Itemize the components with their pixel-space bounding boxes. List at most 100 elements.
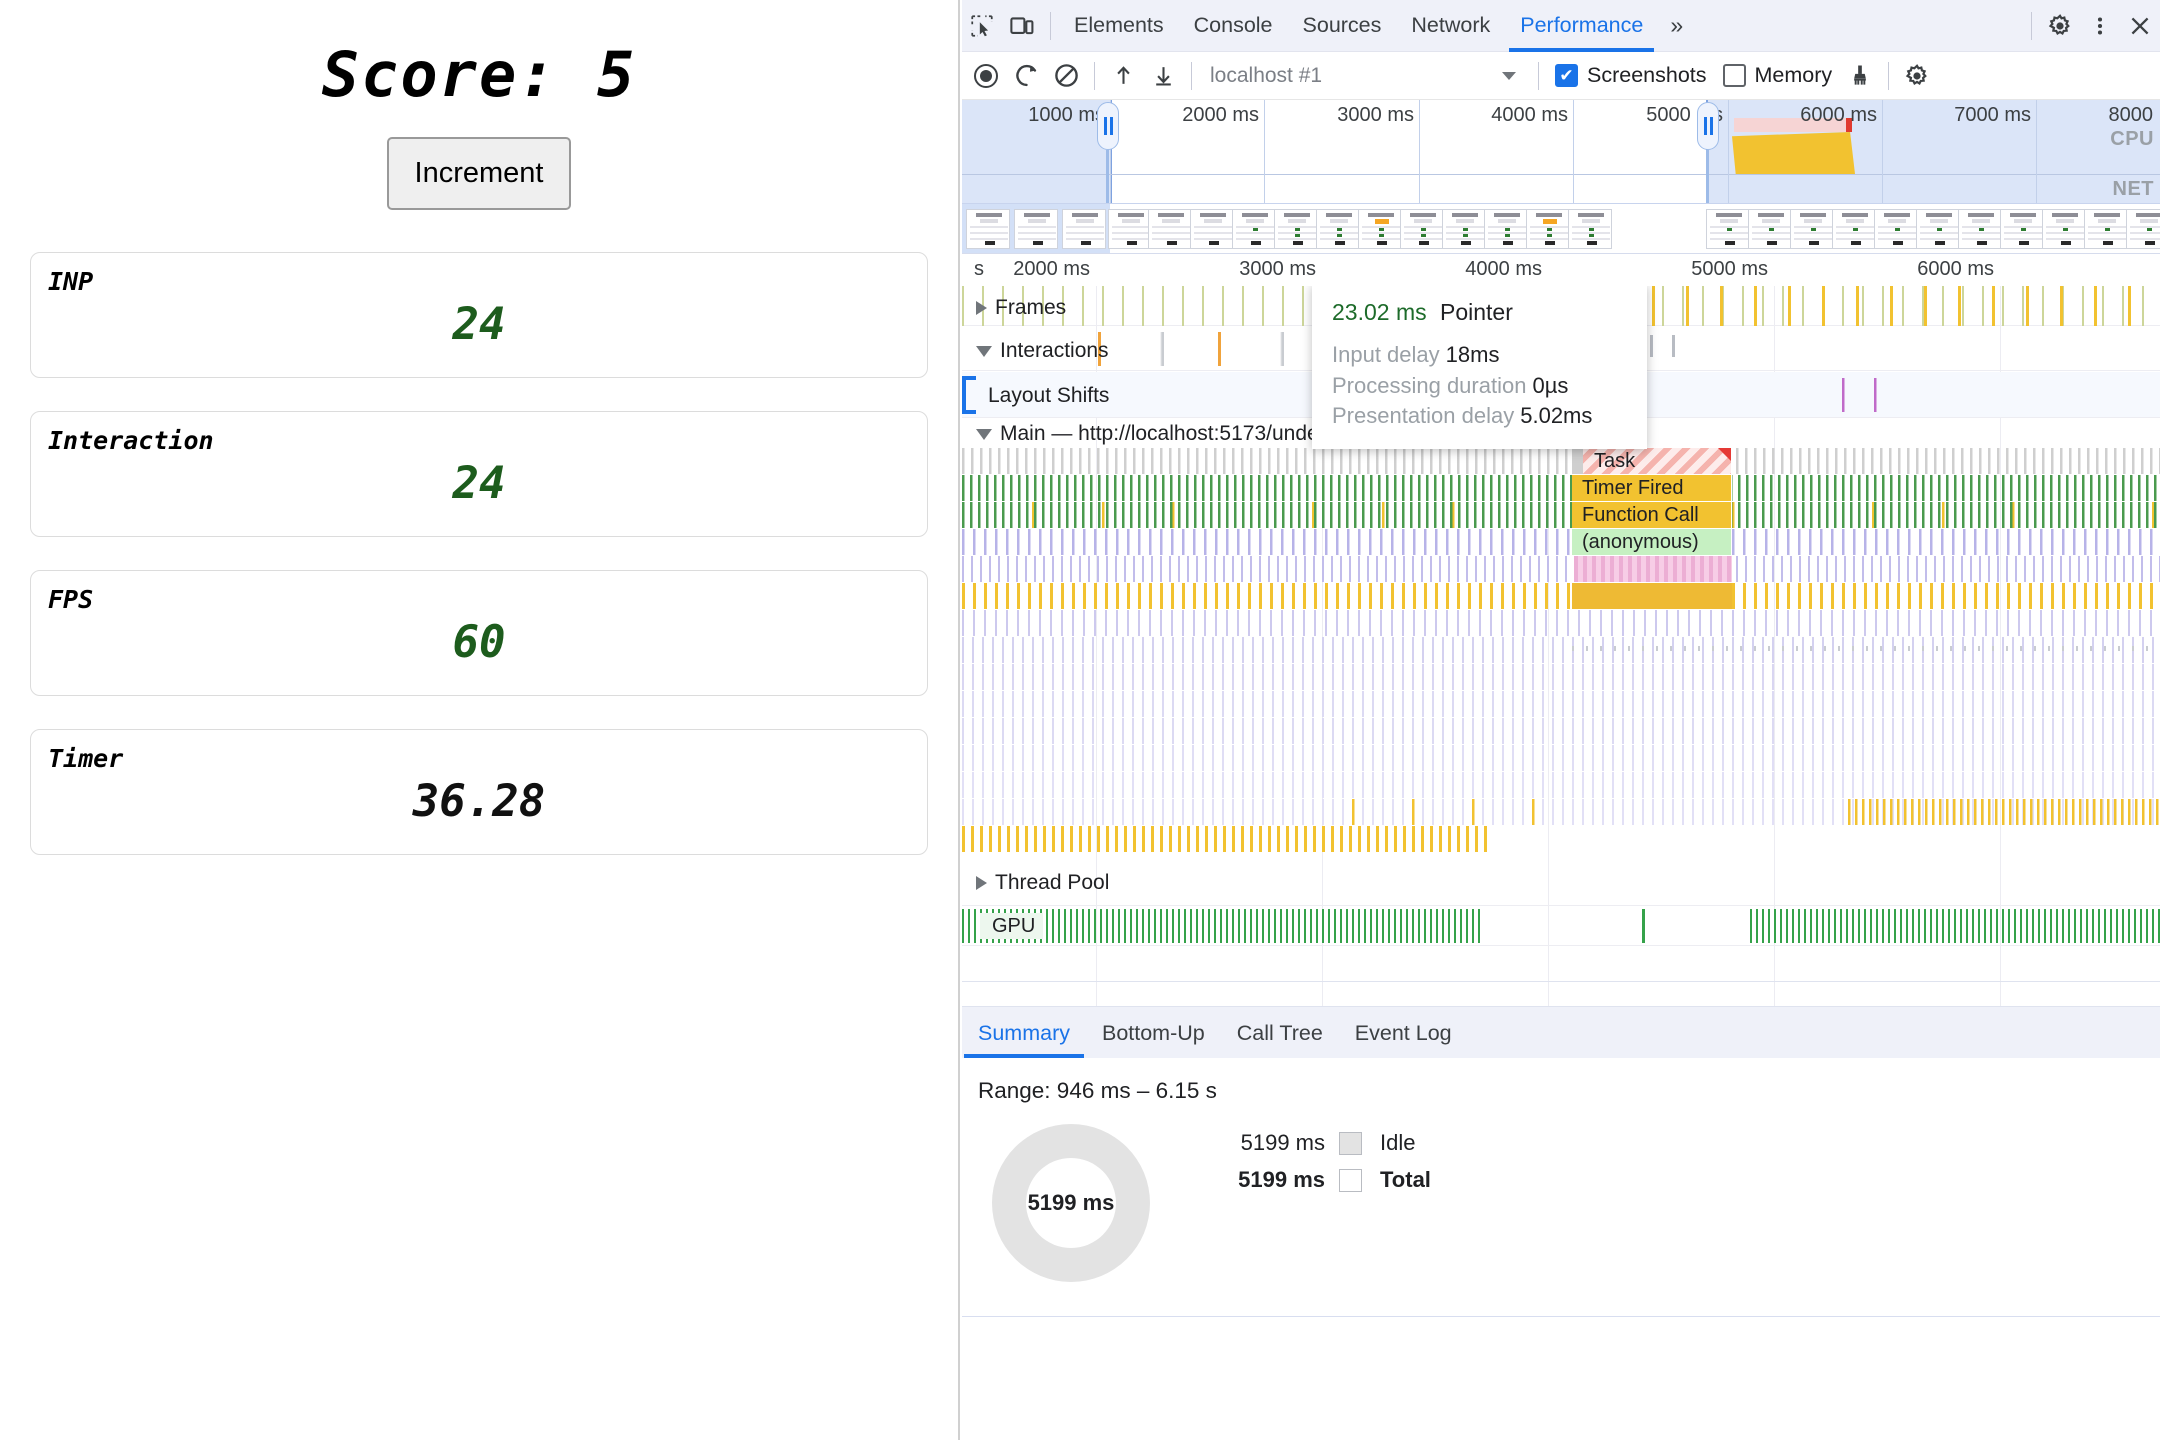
filmstrip-thumbnail[interactable] bbox=[1062, 209, 1106, 249]
filmstrip-thumbnail[interactable] bbox=[966, 209, 1010, 249]
track-label-thread-pool[interactable]: Thread Pool bbox=[976, 871, 1109, 895]
screenshot-filmstrip[interactable] bbox=[962, 204, 2160, 254]
increment-button-wrap: Increment bbox=[0, 137, 958, 210]
filmstrip-thumbnail[interactable] bbox=[2126, 209, 2160, 249]
tab-call-tree[interactable]: Call Tree bbox=[1221, 1008, 1339, 1058]
overview-tick: 2000 ms bbox=[1182, 104, 1259, 126]
flamechart-ruler: s 2000 ms 3000 ms 4000 ms 5000 ms 6000 m… bbox=[962, 254, 2160, 286]
metric-label: INP bbox=[48, 267, 94, 296]
warning-corner-icon bbox=[1718, 448, 1731, 461]
devtools-tabbar: Elements Console Sources Network Perform… bbox=[962, 0, 2160, 52]
tab-event-log[interactable]: Event Log bbox=[1339, 1008, 1468, 1058]
flame-bar-task[interactable]: Task bbox=[1572, 448, 1732, 474]
selection-stem-right bbox=[1706, 150, 1709, 203]
filmstrip-thumbnail[interactable] bbox=[1442, 209, 1486, 249]
profile-select[interactable]: localhost #1 bbox=[1200, 59, 1530, 93]
track-label-gpu[interactable]: GPU bbox=[980, 913, 1044, 939]
flame-bar-anonymous[interactable]: (anonymous) bbox=[1572, 529, 1732, 555]
track-label-layout-shifts[interactable]: Layout Shifts bbox=[988, 384, 1109, 408]
tab-console[interactable]: Console bbox=[1179, 0, 1288, 52]
clear-icon[interactable] bbox=[1046, 56, 1086, 96]
chevron-down-icon[interactable] bbox=[976, 345, 992, 357]
main-row-stripes bbox=[962, 718, 2160, 744]
chevron-right-icon[interactable] bbox=[976, 301, 987, 315]
tab-summary[interactable]: Summary bbox=[962, 1008, 1086, 1058]
filmstrip-thumbnail[interactable] bbox=[2000, 209, 2044, 249]
filmstrip-thumbnail[interactable] bbox=[1832, 209, 1876, 249]
filmstrip-thumbnail[interactable] bbox=[1790, 209, 1834, 249]
memory-checkbox[interactable]: Memory bbox=[1722, 63, 1832, 88]
chevron-down-icon[interactable] bbox=[976, 428, 992, 440]
filmstrip-thumbnail[interactable] bbox=[1568, 209, 1612, 249]
gear-icon[interactable] bbox=[2040, 6, 2080, 46]
flame-bar-timer-fired[interactable]: Timer Fired bbox=[1572, 475, 1732, 501]
load-profile-icon[interactable] bbox=[1103, 56, 1143, 96]
screenshots-checkbox[interactable]: Screenshots bbox=[1555, 63, 1707, 88]
filmstrip-thumbnail[interactable] bbox=[1232, 209, 1276, 249]
filmstrip-thumbnail[interactable] bbox=[1148, 209, 1192, 249]
legend-row-total[interactable]: 5199 ms Total bbox=[1217, 1167, 1431, 1193]
filmstrip-thumbnail[interactable] bbox=[1526, 209, 1570, 249]
screenshot-root: Score: 5 Increment INP 24 Interaction 24… bbox=[0, 0, 2160, 1440]
ruler-tick-partial: s bbox=[974, 258, 984, 280]
tab-performance[interactable]: Performance bbox=[1505, 0, 1658, 52]
reload-and-record-icon[interactable] bbox=[1006, 56, 1046, 96]
filmstrip-thumbnail[interactable] bbox=[2042, 209, 2086, 249]
tab-bottom-up[interactable]: Bottom-Up bbox=[1086, 1008, 1221, 1058]
tab-network[interactable]: Network bbox=[1396, 0, 1505, 52]
tab-elements[interactable]: Elements bbox=[1059, 0, 1179, 52]
filmstrip-thumbnail[interactable] bbox=[1014, 209, 1058, 249]
selection-handle-right[interactable] bbox=[1697, 102, 1719, 150]
filmstrip-thumbnail[interactable] bbox=[1190, 209, 1234, 249]
flame-bar-amber-group[interactable] bbox=[1572, 583, 1732, 609]
main-row-stripes bbox=[962, 448, 2160, 474]
capture-settings-gear-icon[interactable] bbox=[1897, 56, 1937, 96]
track-label-frames[interactable]: Frames bbox=[976, 296, 1066, 320]
screenshots-label: Screenshots bbox=[1587, 63, 1707, 87]
filmstrip-thumbnail[interactable] bbox=[1874, 209, 1918, 249]
event-tooltip: 23.02 ms Pointer Input delay 18ms Process… bbox=[1312, 286, 1647, 449]
record-icon[interactable] bbox=[966, 56, 1006, 96]
flame-bar-function-call[interactable]: Function Call bbox=[1572, 502, 1732, 528]
save-profile-icon[interactable] bbox=[1143, 56, 1183, 96]
track-title: Frames bbox=[995, 296, 1067, 319]
filmstrip-thumbnail[interactable] bbox=[1274, 209, 1318, 249]
increment-button[interactable]: Increment bbox=[386, 137, 572, 210]
selection-bracket bbox=[962, 376, 976, 414]
flamechart[interactable]: Frames Interactions Layout Shifts Main —… bbox=[962, 286, 2160, 1006]
devtools-panel: Elements Console Sources Network Perform… bbox=[962, 0, 2160, 1440]
track-thread-pool[interactable]: Thread Pool bbox=[962, 858, 2160, 906]
selection-handle-left[interactable] bbox=[1097, 102, 1119, 150]
profile-select-value: localhost #1 bbox=[1210, 63, 1323, 87]
flame-bar-pink-group[interactable] bbox=[1574, 556, 1732, 582]
timeline-overview[interactable]: 1000 ms 2000 ms 3000 ms 4000 ms 5000 ms … bbox=[962, 100, 2160, 204]
toolbar-divider-3 bbox=[1538, 61, 1539, 90]
more-tabs-icon[interactable]: » bbox=[1658, 12, 1695, 39]
selection-stem-left bbox=[1106, 150, 1109, 203]
collect-garbage-icon[interactable] bbox=[1840, 56, 1880, 96]
filmstrip-thumbnail[interactable] bbox=[1316, 209, 1360, 249]
legend-row-idle[interactable]: 5199 ms Idle bbox=[1217, 1130, 1431, 1156]
tab-sources[interactable]: Sources bbox=[1288, 0, 1397, 52]
main-row-stripes bbox=[962, 664, 2160, 690]
range-label: Range: 946 ms – 6.15 s bbox=[978, 1078, 1217, 1103]
filmstrip-thumbnail[interactable] bbox=[1400, 209, 1444, 249]
chevron-right-icon[interactable] bbox=[976, 876, 987, 890]
main-row-stripes-amber bbox=[1848, 799, 2160, 825]
filmstrip-thumbnail[interactable] bbox=[1916, 209, 1960, 249]
track-label-interactions[interactable]: Interactions bbox=[976, 339, 1109, 363]
track-title: Layout Shifts bbox=[988, 384, 1110, 407]
track-gpu[interactable]: GPU bbox=[962, 906, 2160, 946]
filmstrip-thumbnail[interactable] bbox=[1108, 209, 1152, 249]
filmstrip-thumbnail[interactable] bbox=[2084, 209, 2128, 249]
filmstrip-thumbnail[interactable] bbox=[1748, 209, 1792, 249]
inspect-element-icon[interactable] bbox=[962, 6, 1002, 46]
filmstrip-thumbnail[interactable] bbox=[1484, 209, 1528, 249]
overview-tick: 7000 ms bbox=[1954, 104, 2031, 126]
filmstrip-thumbnail[interactable] bbox=[1706, 209, 1750, 249]
more-options-icon[interactable] bbox=[2080, 6, 2120, 46]
filmstrip-thumbnail[interactable] bbox=[1358, 209, 1402, 249]
device-toolbar-icon[interactable] bbox=[1002, 6, 1042, 46]
filmstrip-thumbnail[interactable] bbox=[1958, 209, 2002, 249]
close-icon[interactable] bbox=[2120, 6, 2160, 46]
